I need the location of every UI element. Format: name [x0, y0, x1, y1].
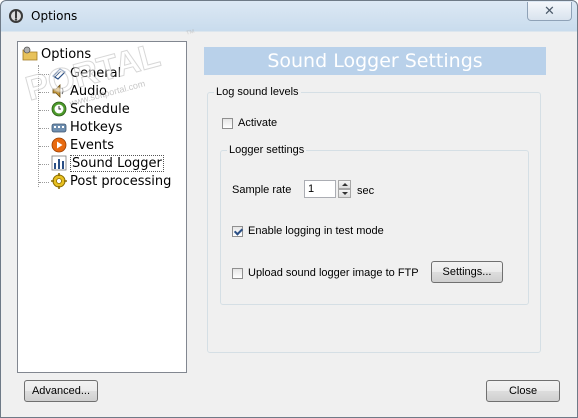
log-sound-levels-group: Log sound levels Activate Logger setting…: [207, 86, 541, 353]
hotkeys-icon: [51, 123, 67, 133]
settings-header: Sound Logger Settings: [204, 47, 546, 75]
checkbox-box[interactable]: [222, 117, 233, 129]
schedule-icon: [51, 101, 67, 117]
audio-icon: [52, 84, 64, 98]
tree-item-label: Post processing: [70, 173, 172, 189]
tree-item-label: Audio: [70, 83, 107, 99]
advanced-button[interactable]: Advanced...: [24, 380, 98, 402]
dialog-body: Options General Audio Schedule Hotkeys E…: [9, 32, 569, 409]
window-close-button[interactable]: ✕: [527, 2, 572, 21]
settings-panel: Sound Logger Settings Log sound levels A…: [195, 41, 546, 371]
logger-settings-group: Logger settings Sample rate 1 sec Enable…: [220, 144, 529, 305]
tree-item-options[interactable]: Options: [22, 45, 91, 63]
window-title: Options: [31, 9, 78, 23]
checkbox-box[interactable]: [232, 225, 243, 237]
general-icon: [52, 68, 66, 80]
tree-item-general[interactable]: General: [51, 64, 121, 82]
options-folder-icon: [22, 46, 38, 61]
sample-rate-input[interactable]: 1: [304, 180, 336, 198]
tree-item-post-processing[interactable]: Post processing: [51, 172, 171, 190]
tree-connector: [39, 182, 49, 183]
activate-checkbox[interactable]: Activate: [222, 117, 277, 129]
sound-logger-icon: [51, 155, 67, 171]
tree-item-events[interactable]: Events: [51, 136, 114, 154]
events-icon: [51, 137, 67, 153]
group-label: Logger settings: [227, 144, 307, 156]
app-icon: [9, 9, 23, 23]
group-label: Log sound levels: [214, 86, 301, 98]
tree-item-label: Sound Logger: [70, 154, 164, 172]
post-processing-icon: [51, 173, 67, 189]
spin-down-button[interactable]: [338, 189, 351, 198]
test-mode-checkbox[interactable]: Enable logging in test mode: [232, 225, 384, 237]
tree-connector: [39, 146, 49, 147]
tree-item-hotkeys[interactable]: Hotkeys: [51, 118, 122, 136]
checkbox-label: Activate: [238, 117, 278, 129]
close-button[interactable]: Close: [486, 380, 560, 402]
upload-ftp-checkbox[interactable]: Upload sound logger image to FTP: [232, 267, 419, 279]
tree-connector: [38, 65, 39, 187]
tree-connector: [39, 128, 49, 129]
spin-up-button[interactable]: [338, 180, 351, 189]
tree-item-schedule[interactable]: Schedule: [51, 100, 130, 118]
tree-item-label: Events: [70, 137, 115, 153]
tree-connector: [39, 164, 49, 165]
tree-item-audio[interactable]: Audio: [51, 82, 107, 100]
checkbox-box[interactable]: [232, 267, 243, 279]
options-tree[interactable]: Options General Audio Schedule Hotkeys E…: [17, 41, 187, 373]
tree-item-label: Hotkeys: [70, 119, 123, 135]
sample-rate-label: Sample rate: [232, 184, 292, 196]
tree-item-label: Options: [41, 46, 92, 62]
checkbox-label: Upload sound logger image to FTP: [248, 267, 419, 279]
tree-item-label: General: [70, 65, 122, 81]
tree-connector: [39, 74, 49, 75]
tree-item-label: Schedule: [70, 101, 130, 117]
tree-item-sound-logger[interactable]: Sound Logger: [51, 154, 164, 172]
close-icon: ✕: [544, 3, 555, 18]
tree-connector: [39, 110, 49, 111]
options-window: Options ✕ Options General Audio Schedule…: [0, 0, 578, 418]
tree-connector: [39, 92, 49, 93]
sample-rate-unit: sec: [357, 185, 375, 197]
title-bar[interactable]: Options ✕: [1, 1, 577, 31]
sample-rate-spinner[interactable]: [338, 180, 351, 198]
ftp-settings-button[interactable]: Settings...: [431, 261, 503, 283]
checkbox-label: Enable logging in test mode: [248, 225, 384, 237]
